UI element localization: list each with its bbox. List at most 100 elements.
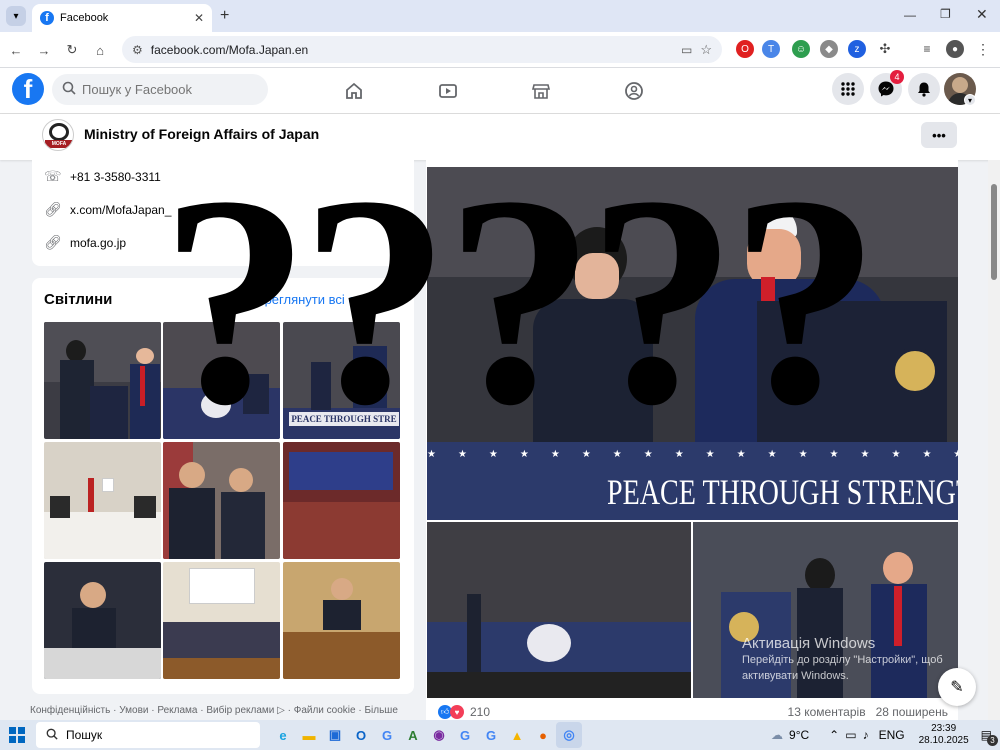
groups-nav-icon[interactable] [623,80,645,102]
drive-icon[interactable]: ▲ [504,722,530,748]
facebook-search[interactable] [52,74,268,105]
banner-text: PEACE THROUGH STRENGTH [607,472,958,512]
link-icon: 🔗︎ [44,201,62,217]
tray-network-icon[interactable]: ▭ [845,728,856,742]
notifications-bell-icon[interactable] [908,73,940,105]
weather-temp[interactable]: 9°C [789,728,809,742]
new-message-compose-icon[interactable]: ✎ [938,668,976,706]
reload-icon[interactable]: ↻ [62,40,82,60]
url-text: facebook.com/Mofa.Japan.en [150,42,309,57]
windows-start-icon[interactable] [4,722,30,748]
tab-title: Facebook [60,12,109,24]
opera-extension-icon[interactable]: O [736,40,754,58]
menu-grid-icon[interactable] [832,73,864,105]
browser-menu-icon[interactable]: ⋮ [974,40,992,58]
weather-icon: ☁ [771,728,784,742]
media-control-icon[interactable]: ≡ [918,40,936,58]
chrome-profile-icon[interactable]: ◉ [426,722,452,748]
robot-extension-icon[interactable]: ☺ [792,40,810,58]
link-icon: 🔗︎ [44,234,62,250]
love-reaction-icon: ♥ [450,705,464,719]
search-input[interactable] [82,82,252,97]
watermark-title: Активація Windows [742,635,876,652]
shares-count[interactable]: 28 поширень [876,705,948,719]
photo-thumbnail[interactable] [44,322,161,439]
chrome-google-icon[interactable]: G [374,722,400,748]
tab-list-button[interactable]: ▾ [6,6,26,26]
website-row: 🔗︎ mofa.go.jp [44,234,126,251]
lang-indicator[interactable]: ENG [879,728,905,742]
post-photo-2[interactable] [427,522,691,698]
photos-title: Світлини [44,291,113,308]
facebook-favicon-icon: f [40,11,54,25]
photo-thumbnail[interactable] [44,562,161,679]
home-nav-icon[interactable] [343,80,365,102]
page-scrollbar[interactable] [988,160,1000,720]
home-icon[interactable]: ⌂ [90,40,110,60]
close-tab-icon[interactable]: ✕ [194,11,204,25]
video-nav-icon[interactable] [437,80,459,102]
comments-count[interactable]: 13 коментарів [788,705,866,719]
twitter-row: 🔗︎ x.com/MofaJapan_ [44,201,171,218]
chrome-active-icon[interactable]: ◎ [556,722,582,748]
twitter-link[interactable]: x.com/MofaJapan_ [70,203,171,217]
photo-thumbnail[interactable] [44,442,161,559]
phone-icon: ☏ [44,168,62,184]
restore-icon[interactable]: ❐ [940,7,951,21]
website-link[interactable]: mofa.go.jp [70,236,126,250]
taskbar-search-icon [46,728,58,743]
tray-volume-icon[interactable]: ♪ [863,728,869,742]
phone-number[interactable]: +81 3-3580-3311 [70,170,161,184]
footer-links[interactable]: Конфіденційність · Умови · Реклама · Виб… [30,705,398,716]
address-bar[interactable]: ⚙ facebook.com/Mofa.Japan.en ▭ ☆ [122,36,722,63]
taskbar-search-label: Пошук [66,728,103,742]
reactions-count[interactable]: 210 [470,705,490,719]
outlook-icon[interactable]: O [348,722,374,748]
overlay-question-mark: ? [160,134,310,466]
new-tab-button[interactable]: + [220,7,229,25]
facebook-logo-icon[interactable]: f [12,73,44,105]
tray-chevron-up-icon[interactable]: ⌃ [829,728,839,742]
firefox-icon[interactable]: ● [530,722,556,748]
extensions-puzzle-icon[interactable]: ✣ [876,40,894,58]
mofa-logo[interactable]: MOFA [42,119,74,151]
photo-thumbnail[interactable] [283,562,400,679]
clock-time: 23:39 [931,723,957,734]
store-icon[interactable]: ▣ [322,722,348,748]
google-icon-2[interactable]: G [478,722,504,748]
cast-icon[interactable]: ▭ [681,43,692,57]
facebook-logo-letter: f [23,74,33,104]
translate-extension-icon[interactable]: T [762,40,780,58]
overlay-question-mark: ? [300,134,450,466]
taskbar-search[interactable]: Пошук [36,722,260,748]
taskbar-clock[interactable]: 23:39 28.10.2025 [919,723,969,747]
window-close-icon[interactable]: ✕ [976,6,988,23]
file-explorer-icon[interactable]: ▬ [296,722,322,748]
account-chevron-down-icon[interactable]: ▾ [964,94,976,106]
profile-avatar-icon[interactable]: ● [946,40,964,58]
more-options-button[interactable]: ••• [921,122,957,148]
scrollbar-thumb[interactable] [991,184,997,280]
bookmark-star-icon[interactable]: ☆ [700,42,712,58]
mofa-logo-text: MOFA [45,140,73,148]
photo-thumbnail[interactable] [163,562,280,679]
windows-activation-watermark: Активація Windows Перейдіть до розділу "… [742,636,943,684]
browser-tab[interactable]: f Facebook ✕ [32,4,212,32]
site-info-icon[interactable]: ⚙ [132,43,143,57]
shield-extension-icon[interactable]: ◆ [820,40,838,58]
edge-icon[interactable]: e [270,722,296,748]
app-icon[interactable]: A [400,722,426,748]
google-icon[interactable]: G [452,722,478,748]
clock-date: 28.10.2025 [918,735,969,746]
search-icon [62,81,76,98]
forward-arrow-icon[interactable]: → [34,40,54,60]
windows-taskbar: Пошук e ▬ ▣ O G A ◉ G G ▲ ● ◎ ☁ 9°C ⌃ ▭ … [0,720,1000,750]
notifications-center-icon[interactable]: ▤ 3 [981,728,998,746]
minimize-icon[interactable]: — [904,8,916,22]
watermark-line2: активувати Windows. [742,670,849,682]
phone-row: ☏ +81 3-3580-3311 [44,168,161,185]
marketplace-nav-icon[interactable] [530,80,552,102]
back-arrow-icon[interactable]: ← [6,40,26,60]
watermark-line1: Перейдіть до розділу "Настройки", щоб [742,654,943,666]
zoom-extension-icon[interactable]: z [848,40,866,58]
